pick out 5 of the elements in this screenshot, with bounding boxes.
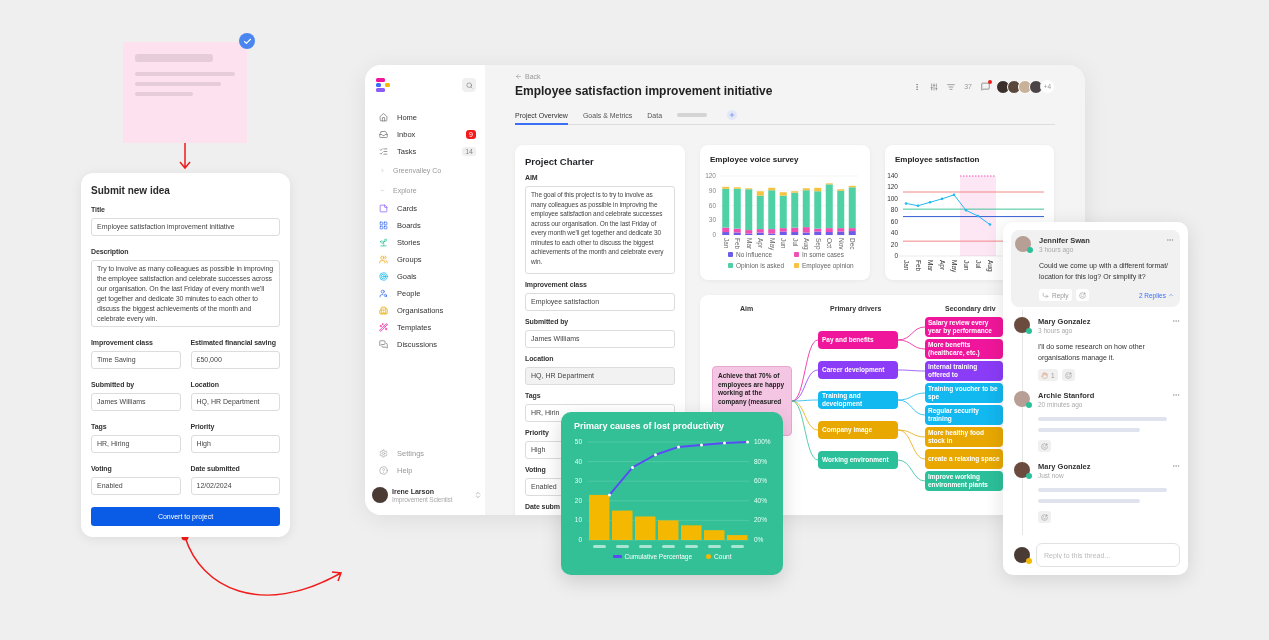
card-title: Project Charter: [525, 156, 595, 168]
form-title: Submit new idea: [91, 185, 171, 197]
card-title: Employee voice survey: [709, 154, 800, 166]
page-title: Employee satisfaction improvement initiative: [515, 84, 773, 99]
card-title: Employee satisfaction: [894, 154, 981, 166]
